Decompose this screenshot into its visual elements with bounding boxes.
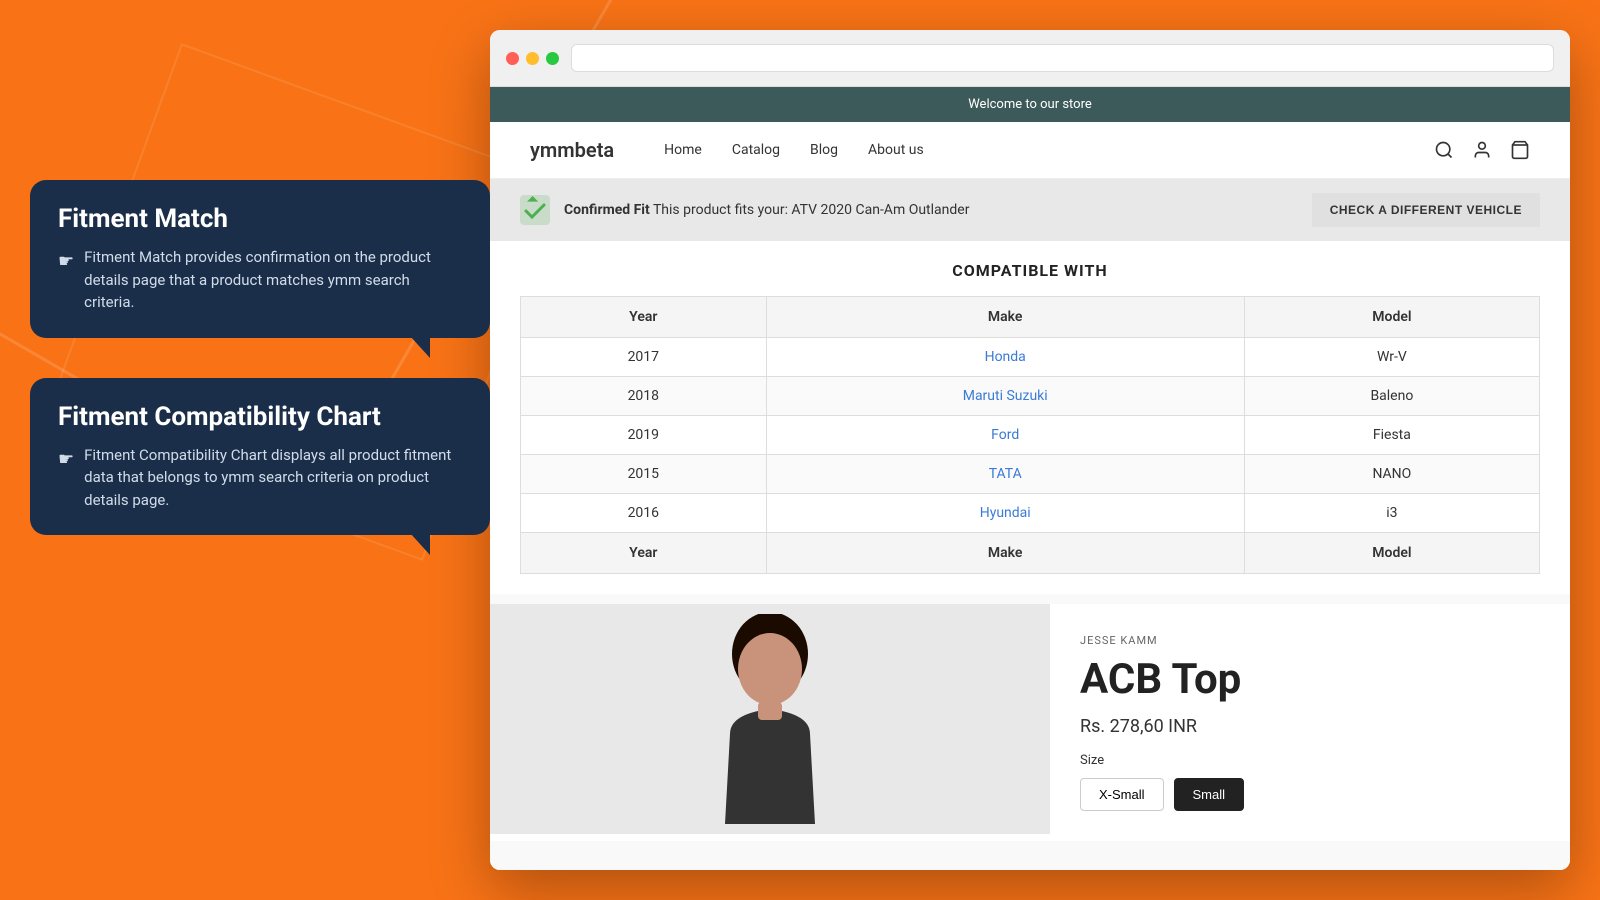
fitment-banner: Confirmed Fit This product fits your: AT… [490,179,1570,241]
confirmed-fit-label: Confirmed Fit [564,202,650,218]
product-info: JESSE KAMM ACB Top Rs. 278,60 INR Size X… [1050,604,1570,841]
cell-make: TATA [766,455,1244,494]
product-price: Rs. 278,60 INR [1080,716,1540,737]
table-row: 2018 Maruti Suzuki Baleno [521,377,1540,416]
nav-icons [1434,140,1530,160]
cell-year: 2017 [521,338,767,377]
product-title: ACB Top [1080,655,1540,704]
table-row: 2019 Ford Fiesta [521,416,1540,455]
traffic-lights [506,52,559,65]
fitment-match-title: Fitment Match [58,204,462,234]
size-label: Size [1080,753,1540,768]
search-icon[interactable] [1434,140,1454,160]
maximize-button[interactable] [546,52,559,65]
table-footer-row: Year Make Model [521,533,1540,574]
col-header-make: Make [766,297,1244,338]
account-icon[interactable] [1472,140,1492,160]
cell-year: 2015 [521,455,767,494]
nav-about[interactable]: About us [868,142,924,158]
cell-make: Ford [766,416,1244,455]
size-buttons: X-Small Small [1080,778,1540,811]
cell-model: Baleno [1244,377,1539,416]
nav-catalog[interactable]: Catalog [732,142,780,158]
fitment-chart-description: Fitment Compatibility Chart displays all… [58,444,462,512]
cell-model: Wr-V [1244,338,1539,377]
compatibility-table: Year Make Model 2017 Honda Wr-V 2018 Mar… [520,296,1540,574]
fitment-match-description: Fitment Match provides confirmation on t… [58,246,462,314]
vehicle-text: This product fits your: ATV 2020 Can-Am … [653,202,969,218]
cell-year: 2016 [521,494,767,533]
navbar: ymmbeta Home Catalog Blog About us [490,122,1570,179]
minimize-button[interactable] [526,52,539,65]
store-banner: Welcome to our store [490,87,1570,122]
col-header-model: Model [1244,297,1539,338]
fitment-text: Confirmed Fit This product fits your: AT… [564,202,1298,218]
product-image-person [700,614,840,824]
check-vehicle-button[interactable]: CHECK A DIFFERENT VEHICLE [1312,193,1540,227]
brand-logo: ymmbeta [530,138,614,162]
size-xsmall[interactable]: X-Small [1080,778,1164,811]
product-brand: JESSE KAMM [1080,634,1540,647]
product-section: JESSE KAMM ACB Top Rs. 278,60 INR Size X… [490,604,1570,841]
cell-model: NANO [1244,455,1539,494]
address-bar[interactable] [571,44,1554,72]
browser-window: Welcome to our store ymmbeta Home Catalo… [490,30,1570,870]
cell-year: 2019 [521,416,767,455]
nav-links: Home Catalog Blog About us [664,142,1434,158]
main-content: Confirmed Fit This product fits your: AT… [490,179,1570,870]
cart-icon[interactable] [1510,140,1530,160]
cell-model: Fiesta [1244,416,1539,455]
col-footer-make: Make [766,533,1244,574]
fitment-checkmark-icon [520,195,550,225]
compatible-title: COMPATIBLE WITH [520,261,1540,280]
product-image [490,604,1050,834]
browser-chrome [490,30,1570,87]
cell-make: Hyundai [766,494,1244,533]
size-small[interactable]: Small [1174,778,1245,811]
nav-blog[interactable]: Blog [810,142,838,158]
fitment-chart-title: Fitment Compatibility Chart [58,402,462,432]
fitment-chart-callout: Fitment Compatibility Chart Fitment Comp… [30,378,490,536]
close-button[interactable] [506,52,519,65]
col-footer-year: Year [521,533,767,574]
cell-make: Honda [766,338,1244,377]
table-row: 2017 Honda Wr-V [521,338,1540,377]
cell-year: 2018 [521,377,767,416]
fitment-match-callout: Fitment Match Fitment Match provides con… [30,180,490,338]
compatible-section: COMPATIBLE WITH Year Make Model 2017 Hon… [490,241,1570,594]
cell-model: i3 [1244,494,1539,533]
left-panel: Fitment Match Fitment Match provides con… [30,180,490,565]
table-row: 2015 TATA NANO [521,455,1540,494]
col-footer-model: Model [1244,533,1539,574]
col-header-year: Year [521,297,767,338]
cell-make: Maruti Suzuki [766,377,1244,416]
store-banner-text: Welcome to our store [968,97,1092,112]
nav-home[interactable]: Home [664,142,702,158]
table-row: 2016 Hyundai i3 [521,494,1540,533]
table-header-row: Year Make Model [521,297,1540,338]
